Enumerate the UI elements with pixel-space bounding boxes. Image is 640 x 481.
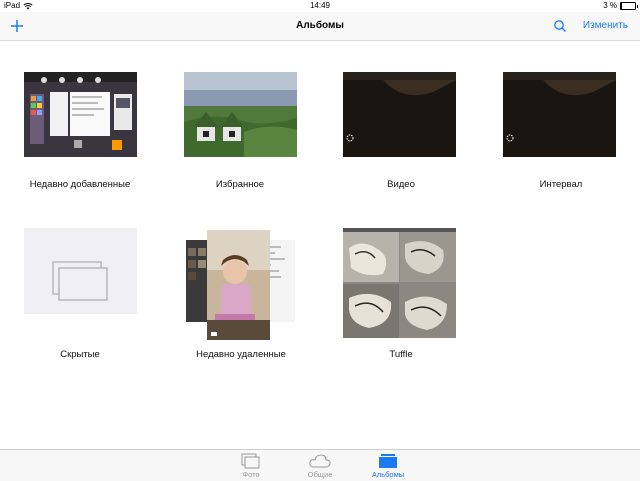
album-favorites[interactable]: Избранное: [170, 72, 310, 202]
album-thumbnail: [343, 72, 456, 157]
album-label: Видео: [387, 179, 415, 190]
tab-label: Фото: [242, 470, 260, 479]
tab-bar: Фото Общие Альбомы: [0, 449, 640, 481]
hidden-album-icon: [52, 261, 108, 301]
album-recently-deleted[interactable]: Недавно удаленные: [171, 228, 311, 368]
tab-albums[interactable]: Альбомы: [358, 450, 418, 481]
album-thumbnail: [503, 72, 616, 157]
album-thumbnail: [343, 228, 456, 338]
tab-photos[interactable]: Фото: [221, 450, 281, 481]
edit-button[interactable]: Изменить: [583, 12, 628, 40]
album-time-lapse[interactable]: Интервал: [491, 72, 631, 202]
tab-label: Альбомы: [371, 470, 405, 479]
status-time: 14:49: [309, 1, 331, 10]
album-label: Интервал: [539, 179, 583, 190]
album-tuffle[interactable]: Tuffle: [331, 228, 471, 368]
status-bar: iPad 14:49 3 %: [0, 0, 640, 12]
album-hidden[interactable]: Скрытые: [10, 228, 150, 368]
cloud-icon: [309, 454, 331, 468]
navigation-bar: Альбомы Изменить: [0, 12, 640, 41]
album-thumbnail: [24, 228, 137, 314]
album-thumbnail: [184, 72, 297, 157]
albums-icon: [379, 454, 397, 468]
album-thumbnail: [185, 228, 298, 342]
photos-icon: [241, 453, 260, 469]
battery-icon: [620, 2, 638, 10]
battery-percent: 3 %: [603, 1, 617, 10]
album-label: Недавно удаленные: [196, 349, 286, 360]
album-label: Избранное: [215, 179, 265, 190]
tab-shared[interactable]: Общие: [290, 450, 350, 481]
album-thumbnail: [24, 72, 137, 157]
tab-label: Общие: [307, 470, 333, 479]
album-recently-added[interactable]: Недавно добавленные: [10, 72, 150, 202]
page-title: Альбомы: [296, 20, 344, 31]
album-label: Недавно добавленные: [29, 179, 131, 190]
search-icon[interactable]: [553, 19, 567, 33]
album-videos[interactable]: Видео: [331, 72, 471, 202]
album-label: Скрытые: [60, 349, 100, 360]
album-label: Tuffle: [389, 349, 413, 360]
